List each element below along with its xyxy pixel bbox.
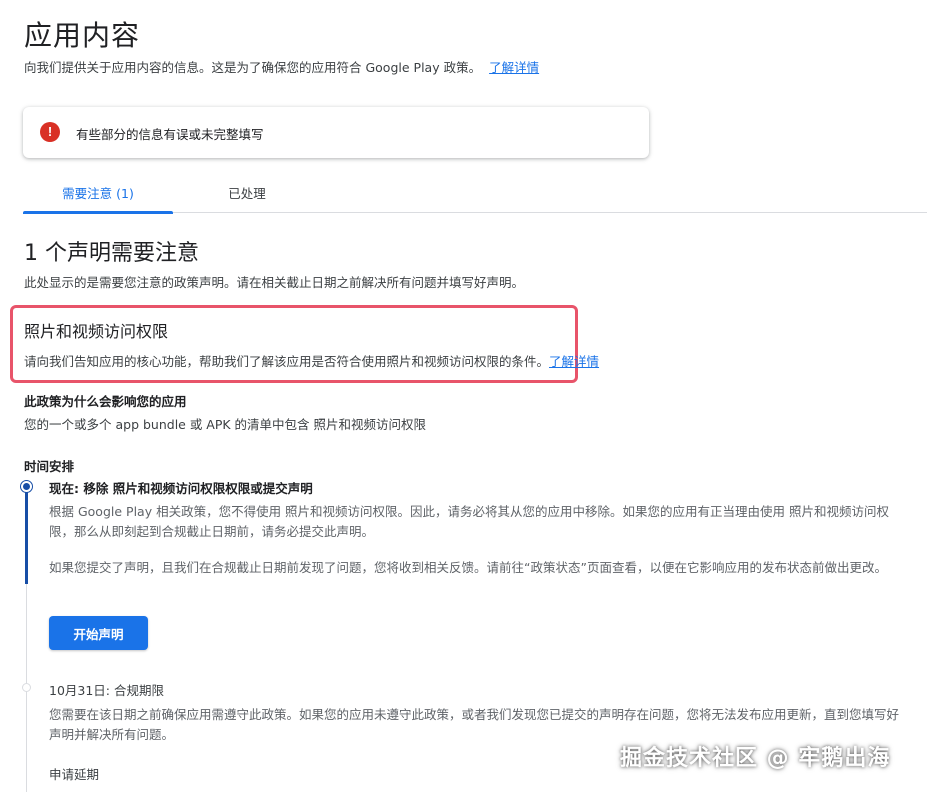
error-alert-card: ! 有些部分的信息有误或未完整填写 bbox=[23, 107, 649, 158]
why-description: 您的一个或多个 app bundle 或 APK 的清单中包含 照片和视频访问权… bbox=[24, 417, 427, 432]
step-deadline-paragraph: 您需要在该日期之前确保应用需遵守此政策。如果您的应用未遵守此政策，或者我们发现您… bbox=[49, 707, 900, 742]
tab-needs-attention[interactable]: 需要注意 (1) bbox=[23, 175, 173, 214]
section-description: 此处显示的是需要您注意的政策声明。请在相关截止日期之前解决所有问题并填写好声明。 bbox=[24, 275, 525, 290]
subtitle-text: 向我们提供关于应用内容的信息。这是为了确保您的应用符合 Google Play … bbox=[24, 60, 482, 75]
request-extension-heading: 申请延期 bbox=[49, 767, 100, 782]
tab-handled[interactable]: 已处理 bbox=[173, 175, 321, 212]
step-now-paragraph-1: 根据 Google Play 相关政策，您不得使用 照片和视频访问权限。因此，请… bbox=[49, 504, 890, 539]
tab-bar: 需要注意 (1) 已处理 bbox=[23, 175, 927, 214]
error-icon: ! bbox=[40, 122, 60, 142]
timeline-deadline-dot bbox=[22, 683, 31, 692]
highlight-frame bbox=[10, 305, 578, 383]
start-declaration-button[interactable]: 开始声明 bbox=[49, 616, 148, 650]
timeline-active-track bbox=[25, 487, 28, 584]
step-now-paragraph-2: 如果您提交了声明，且我们在合规截止日期前发现了问题，您将收到相关反馈。请前往“政… bbox=[49, 560, 887, 575]
policy-description-text: 请向我们告知应用的核心功能，帮助我们了解该应用是否符合使用照片和视频访问权限的条… bbox=[24, 354, 550, 369]
alert-message: 有些部分的信息有误或未完整填写 bbox=[76, 127, 264, 142]
policy-learn-more-link[interactable]: 了解详情 bbox=[549, 354, 599, 369]
timeline-current-dot bbox=[21, 481, 32, 492]
why-heading: 此政策为什么会影响您的应用 bbox=[24, 394, 187, 409]
step-deadline-title: 10月31日: 合规期限 bbox=[49, 683, 164, 698]
policy-description: 请向我们告知应用的核心功能，帮助我们了解该应用是否符合使用照片和视频访问权限的条… bbox=[24, 351, 599, 370]
page-subtitle: 向我们提供关于应用内容的信息。这是为了确保您的应用符合 Google Play … bbox=[24, 57, 539, 76]
policy-title: 照片和视频访问权限 bbox=[24, 322, 169, 341]
timeline-heading: 时间安排 bbox=[24, 459, 75, 474]
section-title: 1 个声明需要注意 bbox=[24, 241, 199, 266]
learn-more-link[interactable]: 了解详情 bbox=[489, 60, 539, 75]
page-title: 应用内容 bbox=[24, 19, 141, 52]
step-now-title: 现在: 移除 照片和视频访问权限权限或提交声明 bbox=[49, 481, 313, 496]
watermark: 掘金技术社区 @ 牢鹅出海 bbox=[620, 746, 891, 771]
